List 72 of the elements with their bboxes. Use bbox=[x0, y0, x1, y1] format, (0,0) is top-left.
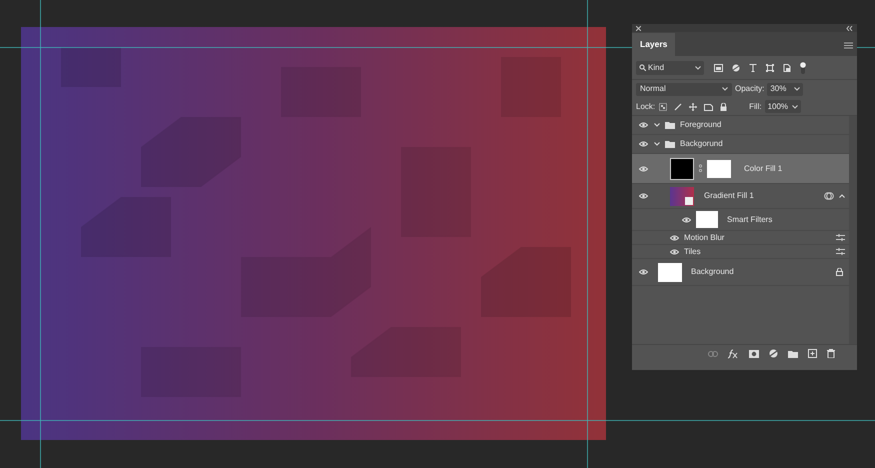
gradient-thumbnail bbox=[670, 186, 694, 206]
blend-mode-dropdown[interactable]: Normal bbox=[636, 82, 732, 96]
chain-icon bbox=[699, 164, 702, 173]
layer-thumbnail bbox=[658, 262, 682, 282]
document-icon[interactable] bbox=[783, 64, 791, 72]
eye-icon[interactable] bbox=[682, 216, 691, 222]
caret-icon[interactable] bbox=[654, 123, 660, 127]
caret-icon[interactable] bbox=[654, 142, 660, 146]
mask-icon[interactable] bbox=[749, 350, 759, 358]
eye-icon[interactable] bbox=[638, 193, 648, 199]
eye-icon[interactable] bbox=[670, 234, 679, 240]
layer-row[interactable]: Motion Blur bbox=[632, 231, 849, 245]
layer-name: Color Fill 1 bbox=[744, 162, 782, 174]
fill-thumbnail bbox=[670, 158, 694, 180]
toggle-icon[interactable] bbox=[800, 62, 806, 74]
checker-icon[interactable] bbox=[659, 102, 668, 110]
eye-icon[interactable] bbox=[638, 269, 648, 275]
eye-icon[interactable] bbox=[638, 122, 648, 128]
layer-row[interactable]: Foreground bbox=[632, 116, 849, 135]
layer-row[interactable]: Gradient Fill 1 bbox=[632, 184, 849, 209]
eye-icon[interactable] bbox=[670, 248, 679, 254]
caret-icon bbox=[794, 87, 800, 91]
fill-field[interactable]: 100% bbox=[764, 100, 801, 113]
half-circle-icon[interactable] bbox=[769, 349, 778, 358]
caret-icon bbox=[792, 104, 798, 108]
opacity-label: Opacity: bbox=[735, 83, 764, 95]
layer-name: Background bbox=[691, 266, 735, 278]
search-icon bbox=[639, 64, 646, 71]
mask-thumbnail bbox=[707, 160, 731, 178]
brush-icon[interactable] bbox=[674, 102, 682, 110]
opacity-field[interactable]: 30% bbox=[767, 82, 804, 96]
layer-name: Foreground bbox=[680, 119, 722, 131]
artboard-icon[interactable] bbox=[704, 102, 714, 110]
layer-name: Gradient Fill 1 bbox=[704, 190, 755, 202]
lock-label: Lock: bbox=[636, 100, 656, 112]
half-circle-icon[interactable] bbox=[732, 64, 740, 72]
close-icon[interactable] bbox=[636, 26, 641, 30]
folder-icon bbox=[665, 140, 675, 148]
caret-icon[interactable] bbox=[839, 194, 845, 198]
layer-name: Motion Blur bbox=[684, 232, 726, 244]
layer-name: Tiles bbox=[684, 246, 702, 258]
fill-label: Fill: bbox=[749, 100, 762, 112]
trash-icon[interactable] bbox=[827, 349, 835, 358]
folder-icon[interactable] bbox=[788, 350, 798, 358]
layer-row[interactable]: Background bbox=[632, 259, 849, 286]
blend-options-icon bbox=[836, 234, 845, 241]
menu-icon[interactable] bbox=[844, 42, 853, 49]
blend-options-icon bbox=[836, 248, 845, 255]
move-icon[interactable] bbox=[689, 102, 698, 110]
eye-icon[interactable] bbox=[638, 166, 648, 172]
eye-icon[interactable] bbox=[638, 141, 648, 147]
new-layer-icon[interactable] bbox=[808, 349, 817, 358]
type-icon[interactable] bbox=[749, 64, 757, 72]
filter-mask-thumbnail bbox=[696, 211, 718, 228]
transform-icon[interactable] bbox=[766, 64, 774, 72]
lock-icon[interactable] bbox=[720, 102, 728, 110]
layer-row[interactable]: Smart Filters bbox=[632, 209, 849, 231]
image-icon[interactable] bbox=[714, 64, 723, 72]
layer-row[interactable]: Tiles bbox=[632, 245, 849, 259]
smart-object-icon bbox=[824, 192, 834, 200]
filter-dropdown[interactable]: Kind bbox=[636, 60, 704, 74]
layer-name: Backgorund bbox=[680, 138, 723, 150]
filter-value: Kind bbox=[648, 62, 666, 74]
folder-icon bbox=[665, 121, 675, 129]
layer-row[interactable]: Color Fill 1 bbox=[632, 154, 849, 184]
scrollbar[interactable] bbox=[849, 116, 857, 344]
caret-icon bbox=[695, 66, 701, 70]
caret-icon bbox=[722, 87, 728, 91]
layers-tab[interactable]: Layers bbox=[632, 33, 676, 56]
collapse-icon[interactable] bbox=[846, 26, 853, 30]
fx-icon[interactable] bbox=[728, 348, 739, 358]
layer-name: Smart Filters bbox=[727, 214, 772, 226]
